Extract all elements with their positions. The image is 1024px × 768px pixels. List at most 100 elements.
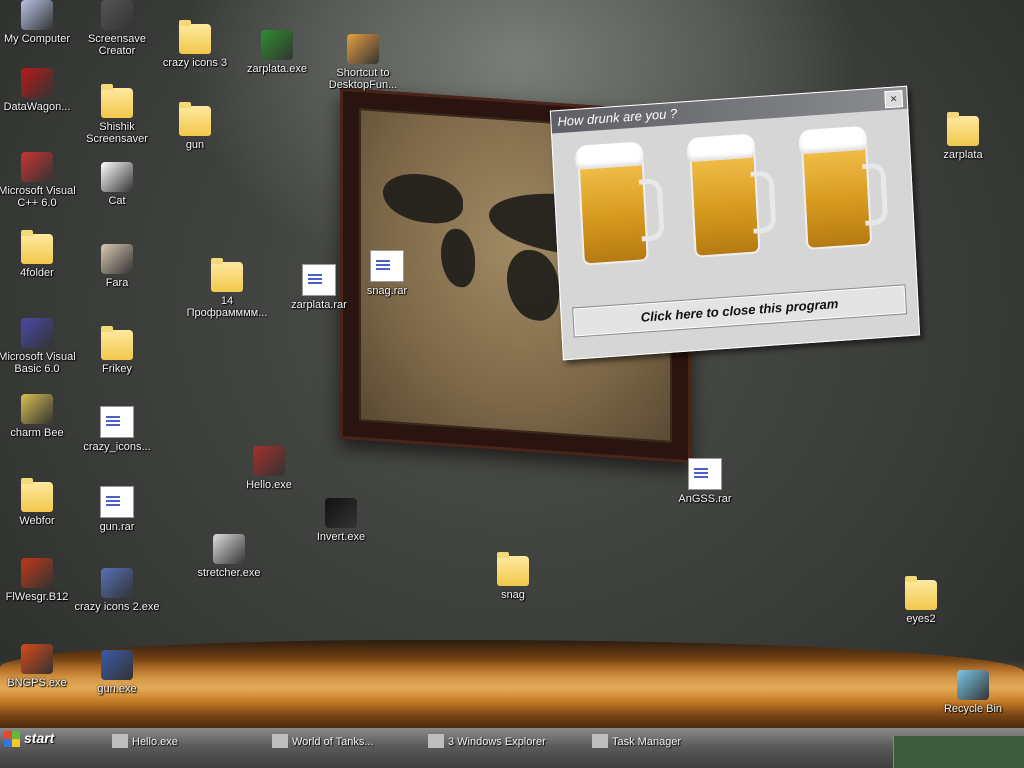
desktop-icon[interactable]: crazy_icons...	[72, 406, 162, 453]
folder-icon	[905, 576, 937, 610]
desktop-icon-label: Webfor	[19, 515, 55, 527]
folder-icon	[428, 734, 444, 748]
desktop-icon[interactable]: snag.rar	[342, 250, 432, 297]
application-icon	[21, 318, 53, 348]
desktop-icon[interactable]: gun	[150, 102, 240, 151]
how-drunk-popup[interactable]: How drunk are you ? × Click here to clos…	[549, 85, 921, 361]
desktop-icon-label: Microsoft Visual Basic 6.0	[0, 351, 76, 375]
desktop-icon[interactable]: AnGSS.rar	[660, 458, 750, 505]
system-tray	[893, 736, 1024, 768]
beer-mug-icon	[574, 139, 665, 266]
desktop-icon[interactable]: Shishik Screensaver	[72, 84, 162, 145]
desktop-icon-label: gun.rar	[99, 521, 135, 533]
task-manager-icon	[592, 734, 608, 748]
folder-icon	[21, 478, 53, 512]
desktop-icon[interactable]: gun.exe	[72, 650, 162, 695]
app-icon	[112, 734, 128, 748]
desktop-icon-label: zarplata.exe	[247, 63, 307, 75]
taskbar-item[interactable]: 3 Windows Explorer	[426, 732, 546, 752]
desktop-icon-label: Invert.exe	[316, 531, 366, 543]
desktop-icon[interactable]: Shortcut to DesktopFun...	[318, 34, 408, 91]
desktop-icon[interactable]: snag	[468, 552, 558, 601]
desktop-icon-label: eyes2	[906, 613, 936, 625]
folder-icon	[179, 102, 211, 136]
folder-icon	[497, 552, 529, 586]
app-icon	[272, 734, 288, 748]
folder-icon	[21, 230, 53, 264]
desktop-icon[interactable]: Microsoft Visual C++ 6.0	[0, 152, 82, 209]
application-icon	[957, 670, 989, 700]
taskbar-item-label: 3 Windows Explorer	[448, 736, 546, 748]
close-program-button[interactable]: Click here to close this program	[572, 283, 907, 339]
desktop-icon[interactable]: Hello.exe	[224, 446, 314, 491]
desktop-icon-label: FlWesgr.B12	[5, 591, 69, 603]
application-icon	[21, 558, 53, 588]
desktop-icon[interactable]: Frikey	[72, 326, 162, 375]
application-icon	[253, 446, 285, 476]
desktop-icon[interactable]: charm Bee	[0, 394, 82, 439]
taskbar-item-label: Task Manager	[612, 736, 682, 748]
folder-icon	[211, 258, 243, 292]
desktop-icon-label: zarplata.rar	[291, 299, 347, 311]
archive-icon	[370, 250, 404, 282]
taskbar-item[interactable]: Hello.exe	[110, 732, 178, 752]
folder-icon	[101, 84, 133, 118]
taskbar-item[interactable]: World of Tanks...	[270, 732, 374, 752]
desktop-icon[interactable]: My Computer	[0, 0, 82, 45]
desktop-icon-label: Microsoft Visual C++ 6.0	[0, 185, 76, 209]
desktop-icon[interactable]: Microsoft Visual Basic 6.0	[0, 318, 82, 375]
desktop-icon-label: Cat	[108, 195, 126, 207]
desktop-icon[interactable]: crazy icons 2.exe	[72, 568, 162, 613]
desktop-icon-label: gun.exe	[97, 683, 137, 695]
desktop-icon-label: BNGPS.exe	[7, 677, 67, 689]
desktop-icon[interactable]: zarplata	[918, 112, 1008, 161]
application-icon	[21, 68, 53, 98]
desktop-icon-label: AnGSS.rar	[678, 493, 732, 505]
desktop-icon[interactable]: gun.rar	[72, 486, 162, 533]
desktop-icon[interactable]: BNGPS.exe	[0, 644, 82, 689]
desktop-icon[interactable]: FlWesgr.B12	[0, 558, 82, 603]
continent-north-america	[383, 171, 463, 226]
beer-mug-icon	[798, 123, 889, 251]
continent-south-america	[441, 227, 475, 289]
application-icon	[21, 644, 53, 674]
desktop-icon[interactable]: DataWagon...	[0, 68, 82, 113]
desktop-icon-label: 4folder	[20, 267, 54, 279]
desktop-icon[interactable]: 14 Профрамммм...	[182, 258, 272, 319]
desktop-icon[interactable]: Screensave Creator	[72, 0, 162, 57]
archive-icon	[100, 406, 134, 438]
desktop-icon[interactable]: eyes2	[876, 576, 966, 625]
desktop-icon-label: Shortcut to DesktopFun...	[328, 67, 398, 91]
desktop-icon-label: stretcher.exe	[197, 567, 261, 579]
folder-icon	[947, 112, 979, 146]
popup-title: How drunk are you ?	[557, 105, 678, 130]
desktop-icon[interactable]: Recycle Bin	[928, 670, 1018, 715]
start-button[interactable]: start	[4, 728, 78, 750]
taskbar-item[interactable]: Task Manager	[590, 732, 681, 752]
windows-flag-icon	[4, 731, 20, 748]
application-icon	[213, 534, 245, 564]
desktop-icon[interactable]: Fara	[72, 244, 162, 289]
desktop-icon[interactable]: Invert.exe	[296, 498, 386, 543]
desktop-icon[interactable]: Webfor	[0, 478, 82, 527]
application-icon	[101, 162, 133, 192]
application-icon	[21, 0, 53, 30]
desktop-icon-label: DataWagon...	[3, 101, 71, 113]
desktop-icon[interactable]: stretcher.exe	[184, 534, 274, 579]
beer-mugs	[552, 115, 915, 290]
desktop-icon[interactable]: crazy icons 3	[150, 20, 240, 69]
beer-mug-icon	[686, 131, 777, 258]
desktop-icon[interactable]: Cat	[72, 162, 162, 207]
desktop-icon-label: Recycle Bin	[943, 703, 1003, 715]
desktop-icon-label: snag	[501, 589, 525, 601]
desktop-icon-label: Shishik Screensaver	[86, 121, 148, 145]
desktop-icon[interactable]: 4folder	[0, 230, 82, 279]
close-icon[interactable]: ×	[884, 90, 904, 109]
archive-icon	[302, 264, 336, 296]
desktop-icon[interactable]: zarplata.exe	[232, 30, 322, 75]
application-icon	[325, 498, 357, 528]
start-label: start	[24, 730, 55, 746]
taskbar: start Hello.exe World of Tanks... 3 Wind…	[0, 728, 1024, 768]
desktop-icon-label: My Computer	[3, 33, 71, 45]
desktop-icon-label: zarplata	[943, 149, 983, 161]
